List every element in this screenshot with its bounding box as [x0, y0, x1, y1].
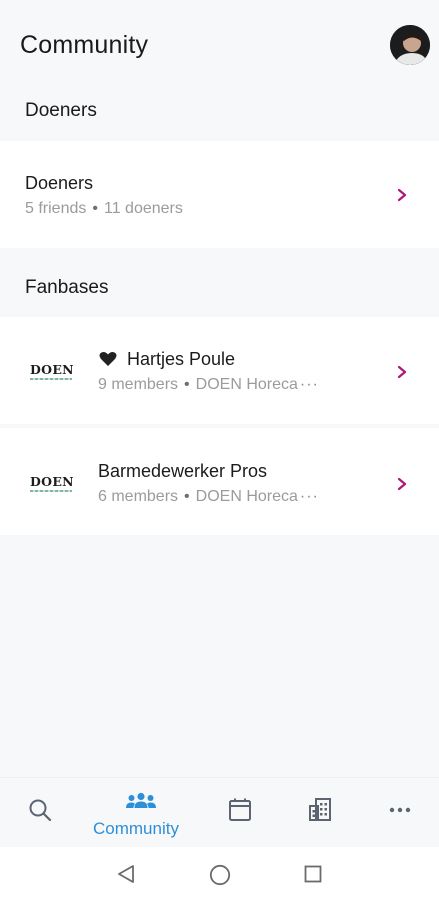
doen-logo: DOEN: [30, 362, 76, 384]
tab-community[interactable]: Community: [80, 778, 200, 848]
doeners-row[interactable]: Doeners 5 friends • 11 doeners: [0, 141, 439, 248]
chevron-right-icon: [397, 365, 407, 379]
members-count: 9 members: [98, 376, 179, 393]
separator-dot: •: [92, 200, 98, 217]
bottom-tab-bar: Community: [0, 777, 439, 847]
recents-icon[interactable]: [304, 865, 322, 883]
search-icon: [29, 799, 52, 822]
fanbase-subtitle: 6 members • DOEN Horeca ···: [98, 488, 319, 506]
tab-more[interactable]: [360, 778, 439, 848]
page-title: Community: [20, 31, 149, 59]
system-navigation-bar: [0, 847, 439, 900]
app-header: Community: [0, 0, 439, 90]
separator-dot: •: [184, 488, 190, 505]
doeners-count: 11 doeners: [103, 200, 183, 217]
tab-calendar[interactable]: [200, 778, 280, 848]
doen-logo: DOEN: [30, 474, 76, 496]
fanbase-org: DOEN Horeca: [195, 488, 298, 505]
tab-search[interactable]: [0, 778, 80, 848]
doeners-row-title: Doeners: [25, 173, 94, 193]
separator-dot: •: [184, 376, 190, 393]
fanbase-name: Barmedewerker Pros: [98, 461, 268, 481]
chevron-right-icon: [397, 188, 407, 202]
section-title-doeners: Doeners: [25, 100, 97, 121]
fanbase-org: DOEN Horeca: [195, 376, 298, 393]
building-icon: [309, 798, 331, 821]
fanbase-row[interactable]: DOEN Barmedewerker Pros 6 members • DOEN H…: [0, 428, 439, 535]
tab-venues[interactable]: [280, 778, 360, 848]
section-title-fanbases: Fanbases: [25, 277, 109, 298]
home-icon[interactable]: [209, 864, 231, 886]
people-icon: [126, 792, 156, 808]
members-count: 6 members: [98, 488, 179, 505]
fanbase-name: Hartjes Poule: [127, 349, 236, 369]
back-icon[interactable]: [116, 864, 136, 884]
more-ellipsis: ···: [299, 376, 319, 393]
avatar[interactable]: [390, 25, 430, 65]
more-ellipsis: ···: [299, 488, 319, 505]
calendar-icon: [229, 798, 251, 821]
friends-count: 5 friends: [25, 200, 87, 217]
fanbase-subtitle: 9 members • DOEN Horeca ···: [98, 376, 319, 394]
heart-icon: [99, 351, 117, 366]
more-icon: [389, 807, 411, 813]
chevron-right-icon: [397, 477, 407, 491]
fanbase-row[interactable]: DOEN Hartjes Poule 9 members • DOEN Horeca…: [0, 317, 439, 424]
logo-text: DOEN: [30, 362, 74, 377]
doeners-row-subtitle: 5 friends • 11 doeners: [25, 200, 183, 218]
tab-community-label: Community: [93, 819, 179, 838]
logo-text: DOEN: [30, 474, 74, 489]
